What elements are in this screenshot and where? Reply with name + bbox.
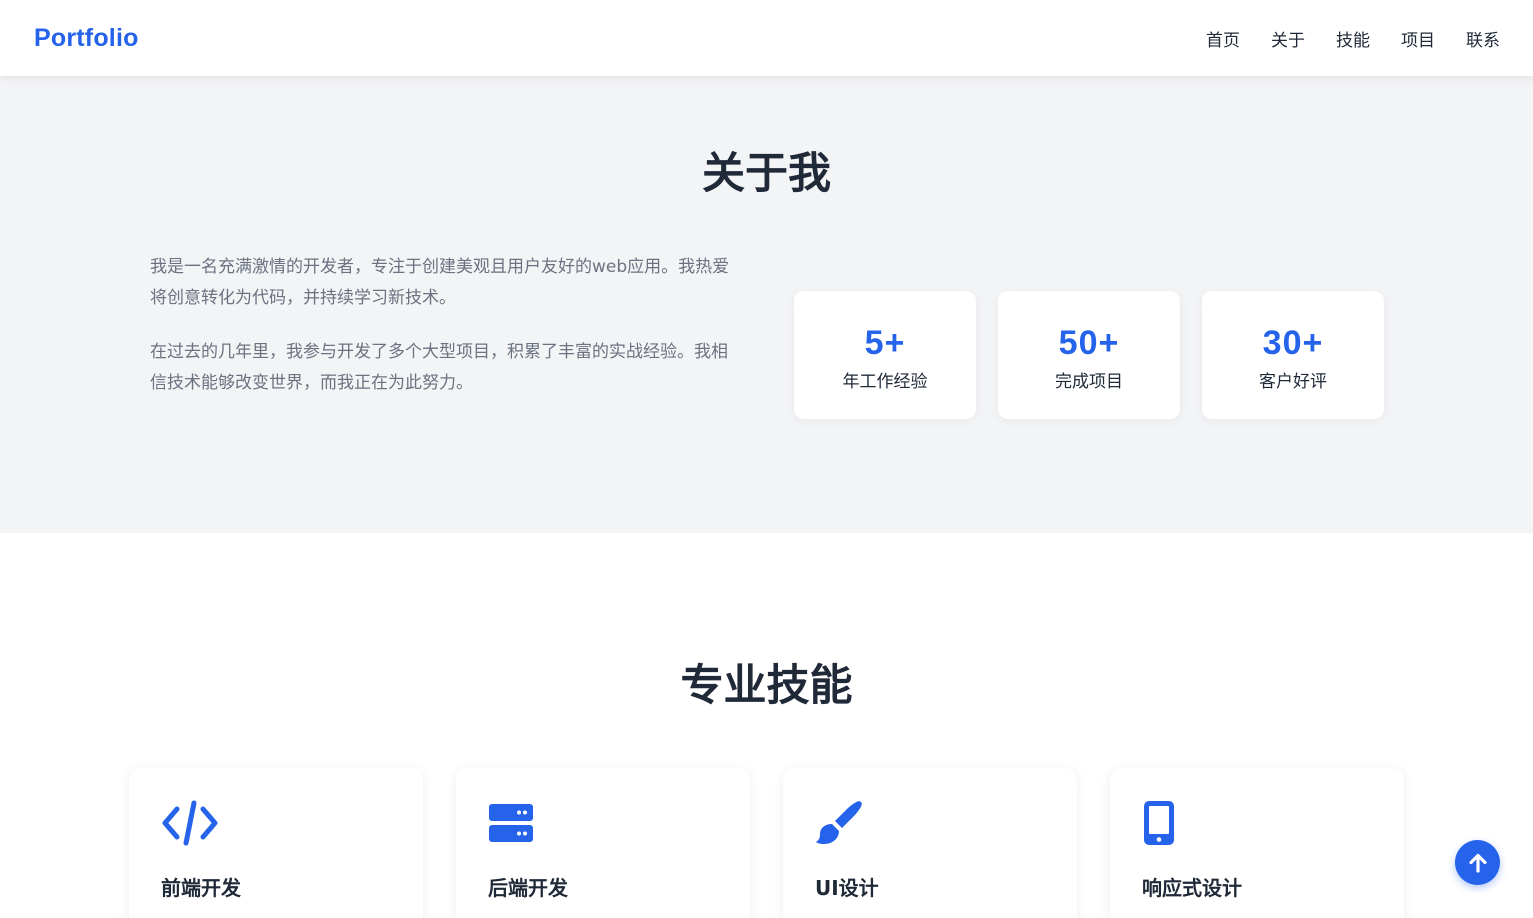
stat-value: 5+	[864, 323, 906, 362]
nav-link-about[interactable]: 关于	[1271, 26, 1305, 51]
skill-title: 后端开发	[488, 876, 568, 900]
skill-card-frontend: 前端开发	[129, 768, 423, 918]
nav-links: 首页 关于 技能 项目 联系	[1206, 26, 1500, 51]
back-to-top-button[interactable]	[1455, 840, 1500, 885]
skill-title: 响应式设计	[1142, 876, 1242, 900]
skill-cards: 前端开发 后端开发 UI设计 响应式设计	[129, 768, 1404, 918]
stat-value: 30+	[1262, 323, 1324, 362]
skill-card-ui-design: UI设计	[783, 768, 1077, 918]
paintbrush-icon	[815, 799, 1077, 847]
nav-link-contact[interactable]: 联系	[1466, 26, 1500, 51]
stat-label: 客户好评	[1259, 371, 1327, 392]
stat-label: 完成项目	[1055, 371, 1123, 392]
skill-card-responsive: 响应式设计	[1110, 768, 1404, 918]
nav-link-projects[interactable]: 项目	[1401, 26, 1435, 51]
server-icon	[488, 799, 750, 847]
stat-card-reviews: 30+ 客户好评	[1202, 291, 1384, 419]
about-title: 关于我	[702, 149, 831, 199]
skill-title: UI设计	[815, 876, 879, 900]
about-paragraph: 在过去的几年里，我参与开发了多个大型项目，积累了丰富的实战经验。我相信技术能够改…	[150, 342, 728, 393]
nav-link-home[interactable]: 首页	[1206, 26, 1240, 51]
skill-card-backend: 后端开发	[456, 768, 750, 918]
arrow-up-icon	[1468, 853, 1487, 873]
logo[interactable]: Portfolio	[34, 24, 139, 53]
stat-label: 年工作经验	[842, 371, 928, 392]
mobile-icon	[1142, 799, 1404, 847]
navbar: Portfolio 首页 关于 技能 项目 联系	[0, 0, 1533, 76]
stats-group: 5+ 年工作经验 50+ 完成项目 30+ 客户好评	[794, 291, 1384, 419]
about-paragraph: 我是一名充满激情的开发者，专注于创建美观且用户友好的web应用。我热爱将创意转化…	[150, 257, 730, 308]
about-text: 我是一名充满激情的开发者，专注于创建美观且用户友好的web应用。我热爱将创意转化…	[150, 252, 740, 399]
stat-value: 50+	[1058, 323, 1120, 362]
skill-title: 前端开发	[161, 876, 241, 900]
about-section: 关于我 我是一名充满激情的开发者，专注于创建美观且用户友好的web应用。我热爱将…	[0, 76, 1533, 533]
stat-card-projects: 50+ 完成项目	[998, 291, 1180, 419]
stat-card-experience: 5+ 年工作经验	[794, 291, 976, 419]
nav-link-skills[interactable]: 技能	[1336, 26, 1370, 51]
code-icon	[161, 799, 423, 847]
skills-title: 专业技能	[680, 661, 853, 711]
